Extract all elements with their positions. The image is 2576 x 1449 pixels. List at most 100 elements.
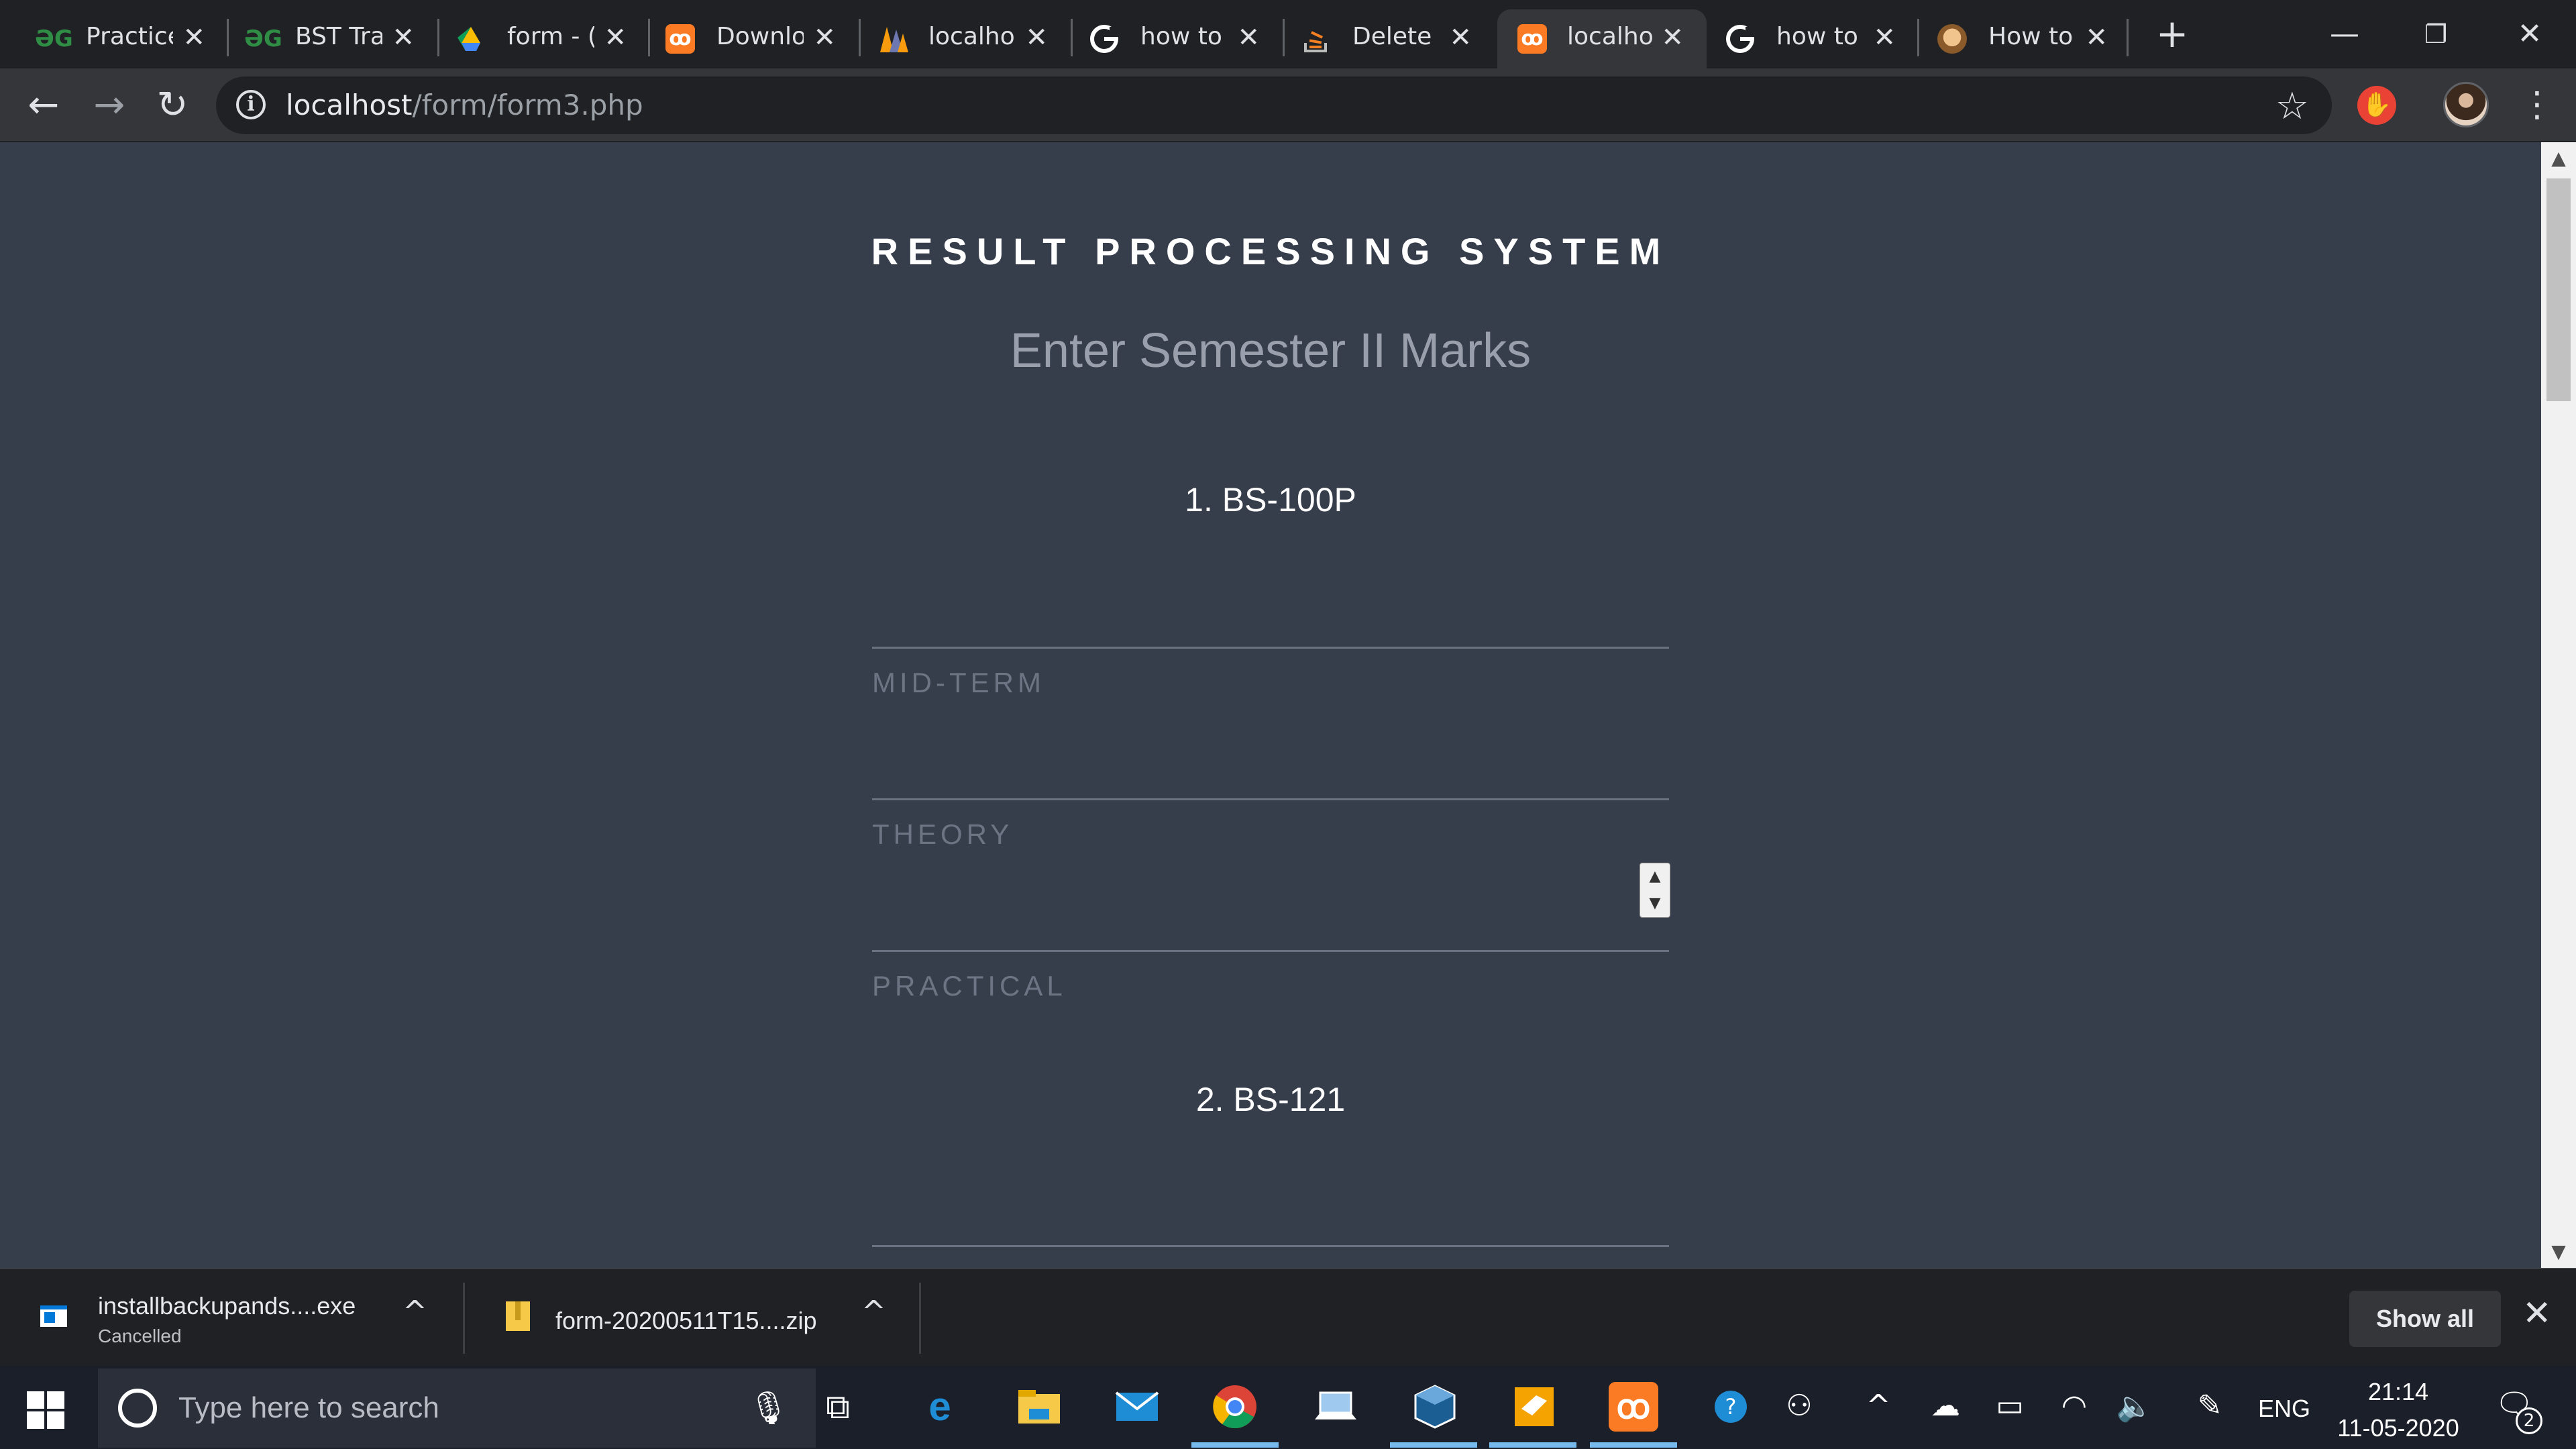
taskbar-clock[interactable]: 21:14 11-05-2020	[2334, 1374, 2462, 1446]
minimize-button[interactable]: —	[2321, 11, 2368, 58]
forward-button[interactable]: →	[87, 83, 131, 127]
tab-title: BST Tra	[295, 23, 382, 50]
mid-term-label: MID-TERM	[872, 667, 1045, 698]
tab-xampp-download[interactable]: ꝏ Downlo ✕	[631, 9, 859, 68]
spin-down-icon[interactable]: ▼	[1640, 890, 1670, 917]
scrollbar-thumb[interactable]	[2546, 178, 2571, 401]
virtualbox-icon[interactable]	[1410, 1382, 1460, 1432]
laptop-app-icon[interactable]	[1311, 1382, 1360, 1432]
address-bar[interactable]: i localhost/form/form3.php ☆	[216, 76, 2332, 134]
close-window-button[interactable]: ✕	[2506, 11, 2553, 58]
tab-google-drive-form[interactable]: form - ( ✕	[421, 9, 649, 68]
scroll-down-icon[interactable]: ▼	[2541, 1236, 2576, 1268]
theory-label: THEORY	[872, 818, 1014, 850]
tab-title: Delete a	[1352, 23, 1440, 50]
zip-file-icon	[503, 1299, 533, 1334]
theory-input[interactable]	[872, 864, 1669, 918]
geeksforgeeks-icon: ƏG	[35, 25, 73, 52]
reload-icon: ↻	[156, 83, 189, 127]
info-icon[interactable]: i	[236, 90, 266, 119]
close-tab-icon[interactable]: ✕	[1449, 23, 1472, 52]
reload-button[interactable]: ↻	[150, 83, 195, 127]
number-spinner[interactable]: ▲ ▼	[1640, 863, 1670, 918]
close-tab-icon[interactable]: ✕	[392, 23, 415, 52]
subject-heading: 2. BS-121	[1195, 1081, 1346, 1118]
close-tab-icon[interactable]: ✕	[813, 23, 836, 52]
scroll-up-icon[interactable]: ▲	[2541, 142, 2576, 174]
close-tab-icon[interactable]: ✕	[1237, 23, 1260, 52]
restore-button[interactable]: ❐	[2412, 11, 2459, 58]
field-underline	[872, 950, 1669, 952]
field-underline	[872, 1245, 1669, 1247]
show-all-button[interactable]: Show all	[2349, 1291, 2501, 1347]
wifi-icon[interactable]: ◠	[2053, 1389, 2096, 1423]
close-tab-icon[interactable]: ✕	[182, 23, 205, 52]
clock-time: 21:14	[2367, 1378, 2429, 1405]
back-button[interactable]: ←	[21, 83, 66, 127]
url-path: /form/form3.php	[412, 89, 643, 121]
task-view-icon[interactable]: ⧉	[813, 1382, 863, 1432]
tab-title: localhos	[928, 23, 1016, 50]
close-tab-icon[interactable]: ✕	[604, 23, 627, 52]
edge-icon[interactable]: e	[915, 1382, 965, 1432]
active-app-indicator	[1191, 1442, 1279, 1448]
search-placeholder: Type here to search	[178, 1391, 439, 1424]
url-host: localhost	[286, 89, 413, 121]
language-indicator[interactable]: ENG	[2254, 1389, 2314, 1429]
tab-how-to[interactable]: How to ✕	[1902, 9, 2131, 68]
sublime-like-icon[interactable]	[1509, 1382, 1559, 1432]
browser-menu-icon[interactable]: ⋮	[2520, 82, 2555, 127]
profile-avatar[interactable]	[2443, 82, 2489, 127]
tab-title: Downlo	[716, 23, 804, 50]
people-icon[interactable]: ⚇	[1780, 1389, 1818, 1423]
subject-heading: 1. BS-100P	[1185, 481, 1356, 519]
close-tab-icon[interactable]: ✕	[2085, 23, 2108, 52]
notification-center-icon[interactable]: 🗨 2	[2493, 1386, 2542, 1434]
help-icon[interactable]: ?	[1712, 1389, 1750, 1432]
chevron-up-icon[interactable]: ^	[861, 1295, 886, 1329]
installer-file-icon	[39, 1299, 68, 1334]
onedrive-icon[interactable]: ☁	[1924, 1389, 1967, 1423]
phpmyadmin-icon	[877, 24, 908, 54]
file-explorer-icon[interactable]	[1014, 1382, 1064, 1432]
mail-icon[interactable]	[1112, 1382, 1162, 1432]
pen-icon[interactable]: ✎	[2188, 1389, 2231, 1423]
practical-input[interactable]	[872, 1014, 1669, 1068]
close-tab-icon[interactable]: ✕	[1873, 23, 1896, 52]
chevron-up-icon[interactable]: ^	[402, 1295, 427, 1329]
practical-label: PRACTICAL	[872, 970, 1067, 1002]
chevron-up-tray-icon[interactable]: ^	[1860, 1389, 1897, 1423]
active-app-indicator	[1390, 1442, 1477, 1448]
tab-localhost-active[interactable]: ꝏ localhos ✕	[1497, 9, 1707, 68]
tab-google-search-1[interactable]: how to ✕	[1055, 9, 1283, 68]
battery-icon[interactable]: ▭	[1988, 1389, 2031, 1423]
tab-stackoverflow-delete[interactable]: Delete a ✕	[1267, 9, 1495, 68]
page-scrollbar[interactable]: ▲ ▼	[2541, 142, 2576, 1268]
microphone-icon[interactable]: 🎙	[748, 1389, 789, 1427]
tab-practice[interactable]: ƏG Practice ✕	[0, 9, 228, 68]
arrow-right-icon: →	[93, 83, 125, 127]
chrome-icon[interactable]	[1210, 1382, 1260, 1432]
tab-google-search-2[interactable]: how to ✕	[1690, 9, 1919, 68]
google-drive-icon	[456, 24, 486, 54]
bookmark-star-icon[interactable]: ☆	[2275, 85, 2309, 128]
spin-up-icon[interactable]: ▲	[1640, 863, 1670, 890]
downloads-bar: installbackupands....exe Cancelled ^ for…	[0, 1268, 2576, 1366]
taskbar-search[interactable]: Type here to search 🎙	[98, 1368, 816, 1448]
tab-bst-traversal[interactable]: ƏG BST Tra ✕	[209, 9, 437, 68]
url-text[interactable]: localhost/form/form3.php	[286, 89, 643, 121]
volume-icon[interactable]: 🔈	[2113, 1389, 2156, 1424]
close-downloads-icon[interactable]: ✕	[2522, 1293, 2552, 1334]
mid-term-input[interactable]	[872, 726, 1669, 780]
close-tab-icon[interactable]: ✕	[1025, 23, 1048, 52]
download-item[interactable]: form-20200511T15....zip ^	[466, 1269, 919, 1367]
tab-phpmyadmin[interactable]: localhos ✕	[843, 9, 1071, 68]
xampp-taskbar-icon[interactable]: ꝏ	[1609, 1382, 1658, 1432]
close-tab-icon[interactable]: ✕	[1661, 23, 1684, 52]
download-item[interactable]: installbackupands....exe Cancelled ^	[0, 1269, 463, 1367]
active-app-indicator	[1590, 1442, 1677, 1448]
new-tab-button[interactable]: +	[2152, 13, 2192, 54]
download-divider	[463, 1283, 465, 1354]
extension-stop-icon[interactable]: ✋	[2357, 86, 2396, 125]
windows-start-icon[interactable]	[27, 1391, 64, 1429]
